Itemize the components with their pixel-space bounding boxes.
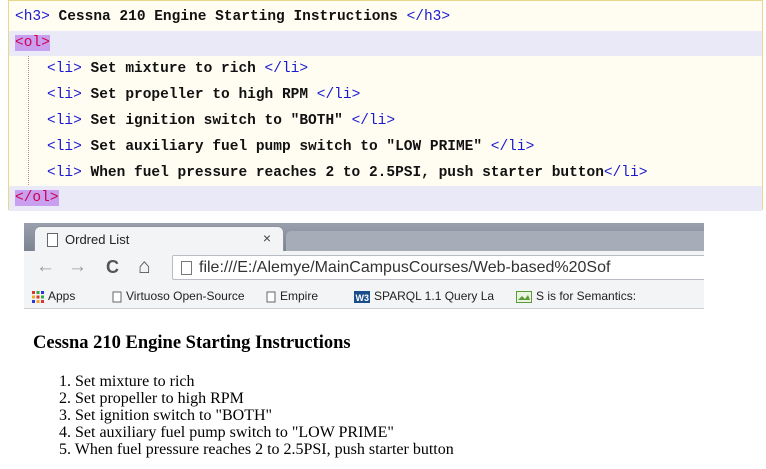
code-text: Set mixture to rich: [81, 61, 265, 77]
code-tag-close: </li>: [490, 139, 535, 155]
code-tag-close: </li>: [316, 87, 361, 103]
code-line-ol-open: <ol>: [9, 31, 762, 56]
bookmark-label: S is for Semantics:: [536, 289, 637, 303]
svg-text:W3: W3: [356, 293, 370, 303]
code-text: Set ignition switch to "BOTH": [81, 113, 352, 129]
new-tab-button[interactable]: [286, 231, 704, 251]
code-line-li: <li> Set propeller to high RPM </li>: [9, 83, 762, 108]
code-tag-open: <li>: [47, 113, 82, 129]
page-content: Cessna 210 Engine Starting Instructions …: [24, 309, 704, 469]
code-text: Cessna 210 Engine Starting Instructions: [49, 9, 407, 25]
bookmark-virtuoso[interactable]: Virtuoso Open-Source: [112, 289, 245, 303]
code-line-h3: <h3> Cessna 210 Engine Starting Instruct…: [9, 5, 762, 30]
address-url: file:///E:/Alemye/MainCampusCourses/Web-…: [199, 259, 611, 276]
instructions-list: 1. Set mixture to rich 2. Set propeller …: [59, 373, 454, 458]
code-line-li: <li> When fuel pressure reaches 2 to 2.5…: [9, 161, 762, 186]
page-icon: [112, 291, 122, 303]
code-tag-close-selected: </ol>: [15, 190, 59, 206]
code-tag-open: <li>: [47, 87, 82, 103]
reload-icon[interactable]: C: [106, 256, 119, 278]
code-tag-open-selected: <ol>: [15, 35, 50, 51]
tab-ordred-list[interactable]: Ordred List ×: [34, 226, 284, 251]
bookmark-semantics[interactable]: S is for Semantics:: [516, 289, 636, 303]
apps-grid-icon: [32, 290, 44, 303]
list-item: 3. Set ignition switch to "BOTH": [59, 407, 273, 424]
code-tag-open: <li>: [47, 139, 82, 155]
code-text: Set auxiliary fuel pump switch to "LOW P…: [81, 139, 491, 155]
list-item: 4. Set auxiliary fuel pump switch to "LO…: [59, 424, 394, 441]
code-tag-close: </h3>: [406, 9, 451, 25]
page-icon: [181, 261, 192, 275]
code-tag-open: <h3>: [15, 9, 50, 25]
bookmark-label: Empire: [280, 289, 319, 303]
code-line-li: <li> Set auxiliary fuel pump switch to "…: [9, 135, 762, 160]
code-text: Set propeller to high RPM: [81, 87, 317, 103]
code-text: When fuel pressure reaches 2 to 2.5PSI, …: [81, 165, 604, 181]
browser-toolbar: ← → C ⌂ file:///E:/Alemye/MainCampusCour…: [24, 251, 704, 285]
code-line-li: <li> Set ignition switch to "BOTH" </li>: [9, 109, 762, 134]
home-icon[interactable]: ⌂: [138, 256, 151, 278]
code-line-ol-close: </ol>: [9, 186, 762, 211]
list-item: 5. When fuel pressure reaches 2 to 2.5PS…: [59, 441, 454, 458]
page-icon: [47, 233, 58, 247]
list-item: 2. Set propeller to high RPM: [59, 390, 244, 407]
tab-strip: Ordred List ×: [24, 223, 704, 251]
code-tag-close: </li>: [603, 165, 648, 181]
browser-window: Ordred List × ← → C ⌂ file:///E:/Alemye/…: [24, 223, 704, 469]
code-editor[interactable]: <h3> Cessna 210 Engine Starting Instruct…: [8, 0, 763, 211]
w3c-icon: W3: [354, 290, 370, 303]
code-line-li: <li> Set mixture to rich </li>: [9, 57, 762, 82]
bookmark-empire[interactable]: Empire: [266, 289, 318, 303]
tab-title: Ordred List: [65, 232, 130, 247]
image-icon: [516, 290, 532, 303]
forward-arrow-icon[interactable]: →: [68, 256, 87, 278]
code-tag-close: </li>: [264, 61, 309, 77]
code-tag-open: <li>: [47, 61, 82, 77]
code-tag-close: </li>: [351, 113, 396, 129]
back-arrow-icon[interactable]: ←: [36, 256, 55, 278]
page-title: Cessna 210 Engine Starting Instructions: [33, 333, 351, 353]
bookmark-label: SPARQL 1.1 Query La: [374, 289, 495, 303]
page-icon: [266, 291, 276, 303]
list-item: 1. Set mixture to rich: [59, 373, 195, 390]
bookmark-apps[interactable]: Apps: [32, 289, 75, 303]
bookmark-sparql[interactable]: W3 SPARQL 1.1 Query La: [354, 289, 494, 303]
address-bar[interactable]: file:///E:/Alemye/MainCampusCourses/Web-…: [172, 255, 704, 280]
bookmark-label: Virtuoso Open-Source: [126, 289, 245, 303]
close-icon[interactable]: ×: [263, 230, 271, 246]
bookmarks-bar: Apps Virtuoso Open-Source Empire W3 SPARQ…: [24, 284, 704, 309]
bookmark-label: Apps: [48, 289, 76, 303]
code-tag-open: <li>: [47, 165, 82, 181]
